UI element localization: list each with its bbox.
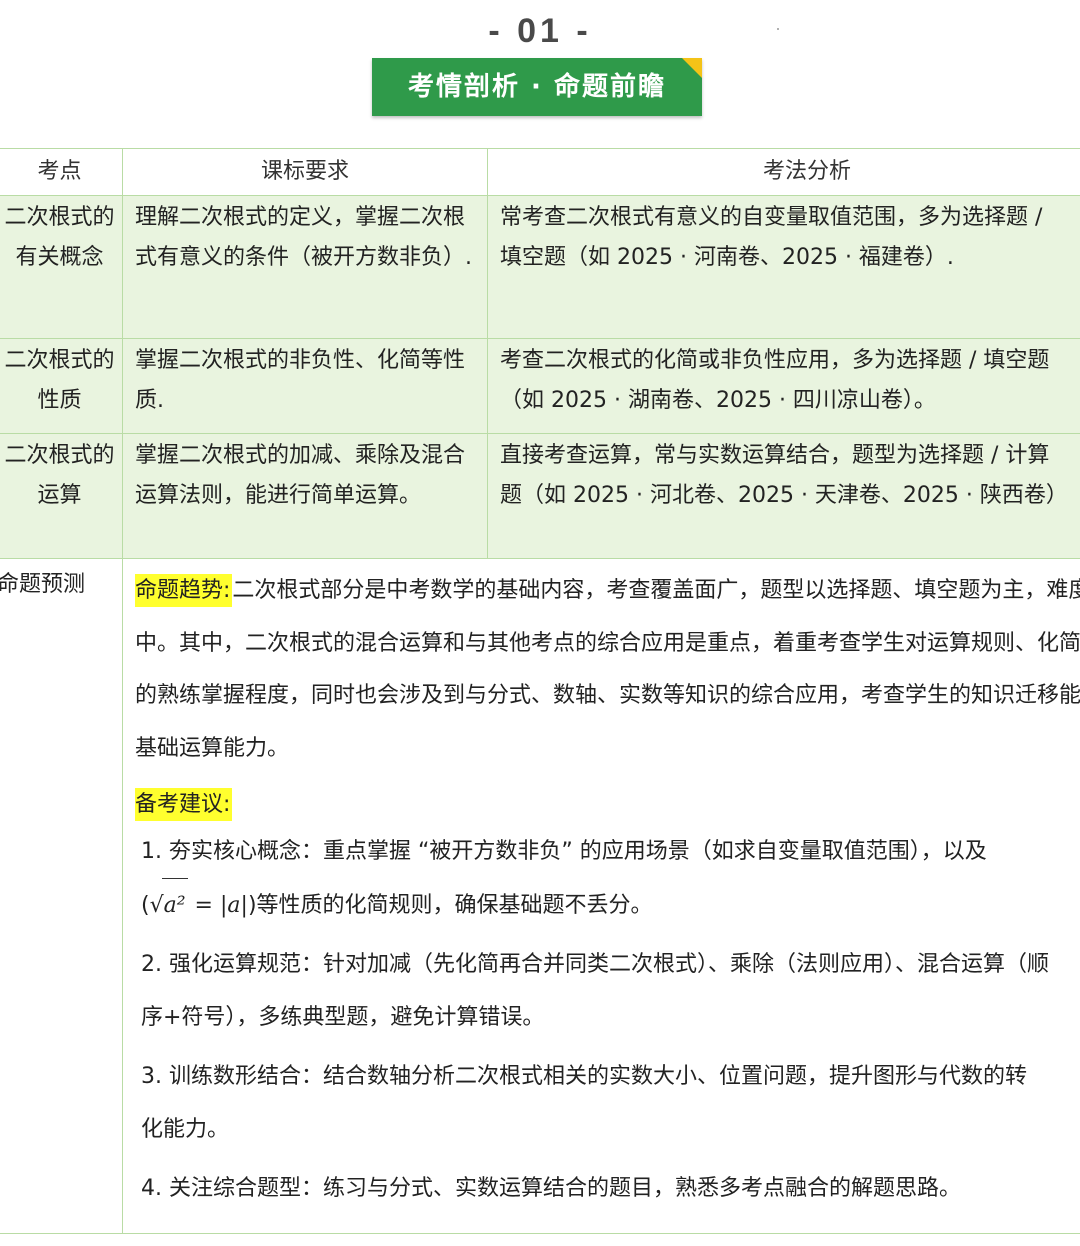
advice-line: 4. 关注综合题型：练习与分式、实数运算结合的题目，熟悉多考点融合的解题思路。 <box>141 1176 961 1201</box>
advice-item-4: 4. 关注综合题型：练习与分式、实数运算结合的题目，熟悉多考点融合的解题思路。 <box>141 1162 1080 1215</box>
row-analysis-cell: 直接考查运算，常与实数运算结合，题型为选择题 / 计算 题（如 2025 · 河… <box>487 433 1080 559</box>
forecast-label: 命题预测 <box>0 572 86 597</box>
advice-item-3: 3. 训练数形结合：结合数轴分析二次根式相关的实数大小、位置问题，提升图形与代数… <box>141 1050 1080 1156</box>
point-line: 有关概念 <box>15 245 104 270</box>
formula-radicand: a² <box>161 878 188 932</box>
row-requirement-cell: 理解二次根式的定义，掌握二次根式有意义的条件（被开方数非负）. <box>122 195 488 339</box>
advice-title-line: 备考建议: <box>135 785 1080 825</box>
advice-line: 2. 强化运算规范：针对加减（先化简再合并同类二次根式）、乘除（法则应用）、混合… <box>141 952 1049 977</box>
formula: √a² = |a| <box>150 878 248 918</box>
trend-title: 命题趋势: <box>135 574 233 607</box>
trend-paragraph: 命题趋势:二次根式部分是中考数学的基础内容，考查覆盖面广，题型以选择题、填空题为… <box>135 565 1080 775</box>
forecast-label-cell: 命题预测 <box>0 558 123 1234</box>
table-header-row: 考点 课标要求 考法分析 <box>0 148 1080 196</box>
advice-line: 序+符号），多练典型题，避免计算错误。 <box>141 1005 545 1030</box>
stray-dot <box>777 28 779 30</box>
advice-title: 备考建议: <box>135 788 233 821</box>
banner-title: 考情剖析 · 命题前瞻 <box>408 72 666 102</box>
row-requirement-cell: 掌握二次根式的非负性、化简等性质. <box>122 338 488 434</box>
analysis-line: 常考查二次根式有意义的自变量取值范围，多为选择题 / <box>500 205 1043 230</box>
advice-item-1: 1. 夯实核心概念：重点掌握 “被开方数非负” 的应用场景（如求自变量取值范围）… <box>141 825 1080 932</box>
section-banner: 考情剖析 · 命题前瞻 <box>372 58 702 116</box>
trend-text: 二次根式部分是中考数学的基础内容，考查覆盖面广，题型以选择题、填空题为主，难度适… <box>135 578 1080 761</box>
analysis-line: 直接考查运算，常与实数运算结合，题型为选择题 / 计算 <box>500 443 1050 468</box>
banner-corner-decoration <box>682 58 702 78</box>
formula-equals: = |a| <box>187 893 248 918</box>
column-header-requirement: 课标要求 <box>122 148 488 196</box>
formula-open-paren: ( <box>141 893 150 918</box>
row-analysis-cell: 考查二次根式的化简或非负性应用，多为选择题 / 填空题 （如 2025 · 湖南… <box>487 338 1080 434</box>
exam-analysis-table: 考点 课标要求 考法分析 二次根式的 有关概念 理解二次根式的定义，掌握二次根式… <box>0 148 1080 1234</box>
row-point-cell: 二次根式的 性质 <box>0 338 123 434</box>
forecast-row: 命题预测 命题趋势:二次根式部分是中考数学的基础内容，考查覆盖面广，题型以选择题… <box>0 558 1080 1234</box>
analysis-line: 考查二次根式的化简或非负性应用，多为选择题 / 填空题 <box>500 348 1050 373</box>
analysis-line: 题（如 2025 · 河北卷、2025 · 天津卷、2025 · 陕西卷） <box>500 483 1068 508</box>
point-line: 二次根式的 <box>4 348 115 373</box>
point-line: 性质 <box>37 388 82 413</box>
advice-line: 3. 训练数形结合：结合数轴分析二次根式相关的实数大小、位置问题，提升图形与代数… <box>141 1064 1027 1089</box>
formula-suffix: )等性质的化简规则，确保基础题不丢分。 <box>247 893 653 918</box>
point-line: 运算 <box>37 483 82 508</box>
column-header-point: 考点 <box>0 148 123 196</box>
analysis-line: （如 2025 · 湖南卷、2025 · 四川凉山卷）。 <box>500 388 936 413</box>
section-number: - 01 - <box>488 12 592 50</box>
advice-item-2: 2. 强化运算规范：针对加减（先化简再合并同类二次根式）、乘除（法则应用）、混合… <box>141 938 1080 1044</box>
row-requirement-cell: 掌握二次根式的加减、乘除及混合运算法则，能进行简单运算。 <box>122 433 488 559</box>
advice-line: 化能力。 <box>141 1117 230 1142</box>
analysis-line: 填空题（如 2025 · 河南卷、2025 · 福建卷）. <box>500 245 954 270</box>
advice-line: 1. 夯实核心概念：重点掌握 “被开方数非负” 的应用场景（如求自变量取值范围）… <box>141 839 987 864</box>
point-line: 二次根式的 <box>4 443 115 468</box>
table-row: 二次根式的 有关概念 理解二次根式的定义，掌握二次根式有意义的条件（被开方数非负… <box>0 195 1080 339</box>
row-point-cell: 二次根式的 运算 <box>0 433 123 559</box>
row-analysis-cell: 常考查二次根式有意义的自变量取值范围，多为选择题 / 填空题（如 2025 · … <box>487 195 1080 339</box>
point-line: 二次根式的 <box>4 205 115 230</box>
table-row: 二次根式的 性质 掌握二次根式的非负性、化简等性质. 考查二次根式的化简或非负性… <box>0 338 1080 434</box>
forecast-content-cell: 命题趋势:二次根式部分是中考数学的基础内容，考查覆盖面广，题型以选择题、填空题为… <box>122 558 1080 1234</box>
table-row: 二次根式的 运算 掌握二次根式的加减、乘除及混合运算法则，能进行简单运算。 直接… <box>0 433 1080 559</box>
advice-formula-line: (√a² = |a|)等性质的化简规则，确保基础题不丢分。 <box>141 878 1080 932</box>
column-header-analysis: 考法分析 <box>487 148 1080 196</box>
row-point-cell: 二次根式的 有关概念 <box>0 195 123 339</box>
